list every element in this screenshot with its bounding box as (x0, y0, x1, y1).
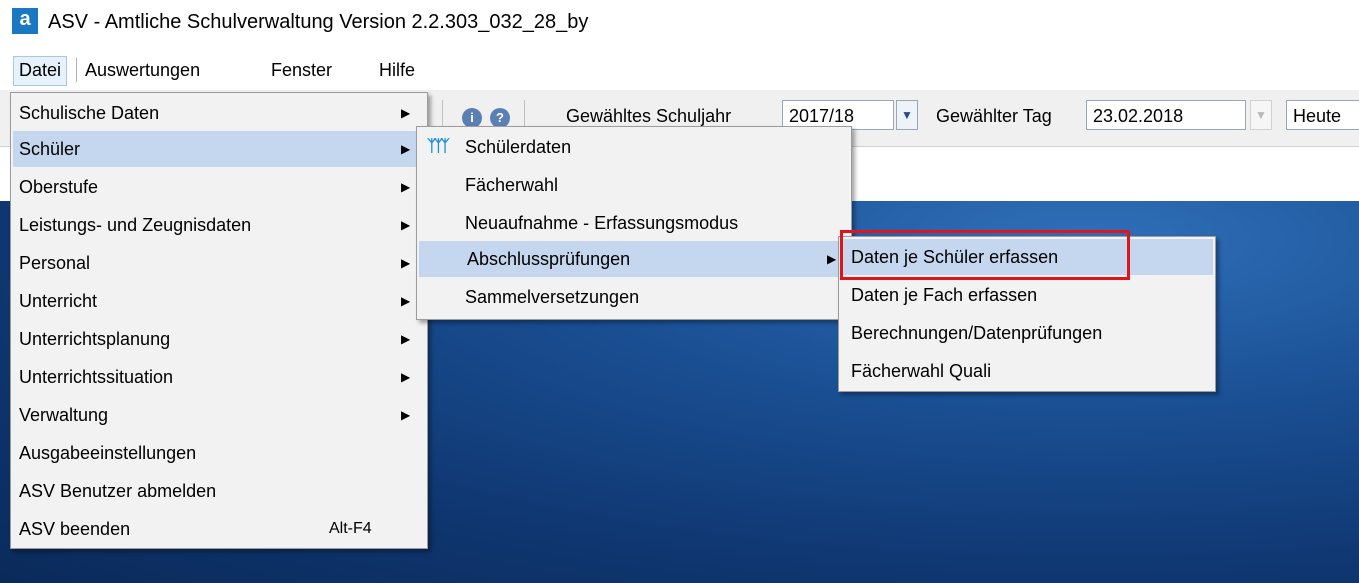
menu-item-unterrichtsplanung[interactable]: Unterrichtsplanung ▶ (13, 321, 425, 357)
menu-item-label: Unterricht (19, 291, 98, 311)
menu-item-label: Schüler (19, 139, 81, 159)
students-icon: ᛉᛉᛉ (427, 138, 450, 155)
school-year-dropdown-icon[interactable]: ▼ (896, 100, 918, 130)
menu-item-faecherwahl[interactable]: Fächerwahl (419, 167, 849, 203)
menu-item-abschlusspruefungen[interactable]: Abschlussprüfungen ▶ (419, 241, 849, 277)
menu-item-label: Fächerwahl (465, 175, 559, 195)
highlight-annotation-box (840, 230, 1130, 280)
menu-item-label: ASV beenden (19, 519, 131, 539)
menu-item-label: Schülerdaten (465, 137, 572, 157)
submenu-arrow-icon: ▶ (827, 252, 837, 266)
submenu-arrow-icon: ▶ (401, 142, 411, 156)
menu-item-daten-je-fach[interactable]: Daten je Fach erfassen (841, 277, 1213, 313)
submenu-arrow-icon: ▶ (401, 408, 411, 422)
submenu-arrow-icon: ▶ (401, 218, 411, 232)
menu-item-label: Fächerwahl Quali (851, 361, 992, 381)
datei-menu: Schulische Daten ▶ Schüler ▶ Oberstufe ▶… (10, 92, 428, 549)
menu-item-sammelversetzungen[interactable]: Sammelversetzungen (419, 279, 849, 315)
menu-item-asv-beenden[interactable]: ASV beenden Alt-F4 (13, 511, 425, 547)
menu-item-label: Berechnungen/Datenprüfungen (851, 323, 1103, 343)
menu-item-personal[interactable]: Personal ▶ (13, 245, 425, 281)
menu-item-label: Neuaufnahme - Erfassungsmodus (465, 213, 739, 233)
shortcut-label: Alt-F4 (329, 520, 372, 537)
info-icon[interactable]: i (462, 108, 482, 128)
menu-separator (76, 58, 77, 82)
submenu-arrow-icon: ▶ (401, 256, 411, 270)
menu-item-schuelerdaten[interactable]: ᛉᛉᛉ Schülerdaten (419, 129, 849, 165)
school-year-label: Gewähltes Schuljahr (566, 106, 732, 126)
day-label: Gewählter Tag (936, 106, 1052, 126)
submenu-arrow-icon: ▶ (401, 180, 411, 194)
menu-item-label: Oberstufe (19, 177, 99, 197)
menu-item-label: Unterrichtsplanung (19, 329, 171, 349)
schueler-submenu: ᛉᛉᛉ Schülerdaten Fächerwahl Neuaufnahme … (416, 126, 852, 320)
menu-item-schulische-daten[interactable]: Schulische Daten ▶ (13, 95, 425, 131)
menu-item-benutzer-abmelden[interactable]: ASV Benutzer abmelden (13, 473, 425, 509)
menu-item-label: Ausgabeeinstellungen (19, 443, 197, 463)
menu-hilfe[interactable]: Hilfe (374, 56, 420, 84)
menu-item-faecherwahl-quali[interactable]: Fächerwahl Quali (841, 353, 1213, 389)
menu-item-label: ASV Benutzer abmelden (19, 481, 217, 501)
day-dropdown-icon: ▼ (1250, 100, 1272, 130)
submenu-arrow-icon: ▶ (401, 294, 411, 308)
today-button[interactable]: Heute (1286, 100, 1359, 130)
menu-item-unterricht[interactable]: Unterricht ▶ (13, 283, 425, 319)
menu-bar: Datei Auswertungen Fenster Hilfe (0, 50, 1359, 90)
menu-item-neuaufnahme[interactable]: Neuaufnahme - Erfassungsmodus (419, 205, 849, 241)
menu-item-ausgabeeinstellungen[interactable]: Ausgabeeinstellungen (13, 435, 425, 471)
submenu-arrow-icon: ▶ (401, 106, 411, 120)
menu-item-verwaltung[interactable]: Verwaltung ▶ (13, 397, 425, 433)
asv-app-icon[interactable]: a (12, 8, 38, 34)
title-bar: a ASV - Amtliche Schulverwaltung Version… (0, 0, 1359, 44)
window-title: ASV - Amtliche Schulverwaltung Version 2… (48, 11, 589, 33)
menu-item-label: Abschlussprüfungen (467, 249, 631, 269)
menu-item-berechnungen[interactable]: Berechnungen/Datenprüfungen (841, 315, 1213, 351)
submenu-arrow-icon: ▶ (401, 370, 411, 384)
menu-item-schueler[interactable]: Schüler ▶ (13, 131, 425, 167)
menu-fenster[interactable]: Fenster (266, 56, 337, 84)
help-icon[interactable]: ? (490, 108, 510, 128)
submenu-arrow-icon: ▶ (401, 332, 411, 346)
menu-item-oberstufe[interactable]: Oberstufe ▶ (13, 169, 425, 205)
menu-item-label: Sammelversetzungen (465, 287, 640, 307)
menu-datei[interactable]: Datei (13, 56, 68, 86)
menu-item-leistungs-zeugnisdaten[interactable]: Leistungs- und Zeugnisdaten ▶ (13, 207, 425, 243)
menu-item-label: Leistungs- und Zeugnisdaten (19, 215, 252, 235)
menu-item-label: Unterrichtssituation (19, 367, 174, 387)
menu-item-label: Daten je Fach erfassen (851, 285, 1038, 305)
menu-item-label: Personal (19, 253, 91, 273)
menu-item-label: Verwaltung (19, 405, 109, 425)
menu-auswertungen[interactable]: Auswertungen (80, 56, 205, 84)
menu-item-unterrichtssituation[interactable]: Unterrichtssituation ▶ (13, 359, 425, 395)
day-field[interactable]: 23.02.2018 (1086, 100, 1246, 130)
menu-item-label: Schulische Daten (19, 103, 160, 123)
